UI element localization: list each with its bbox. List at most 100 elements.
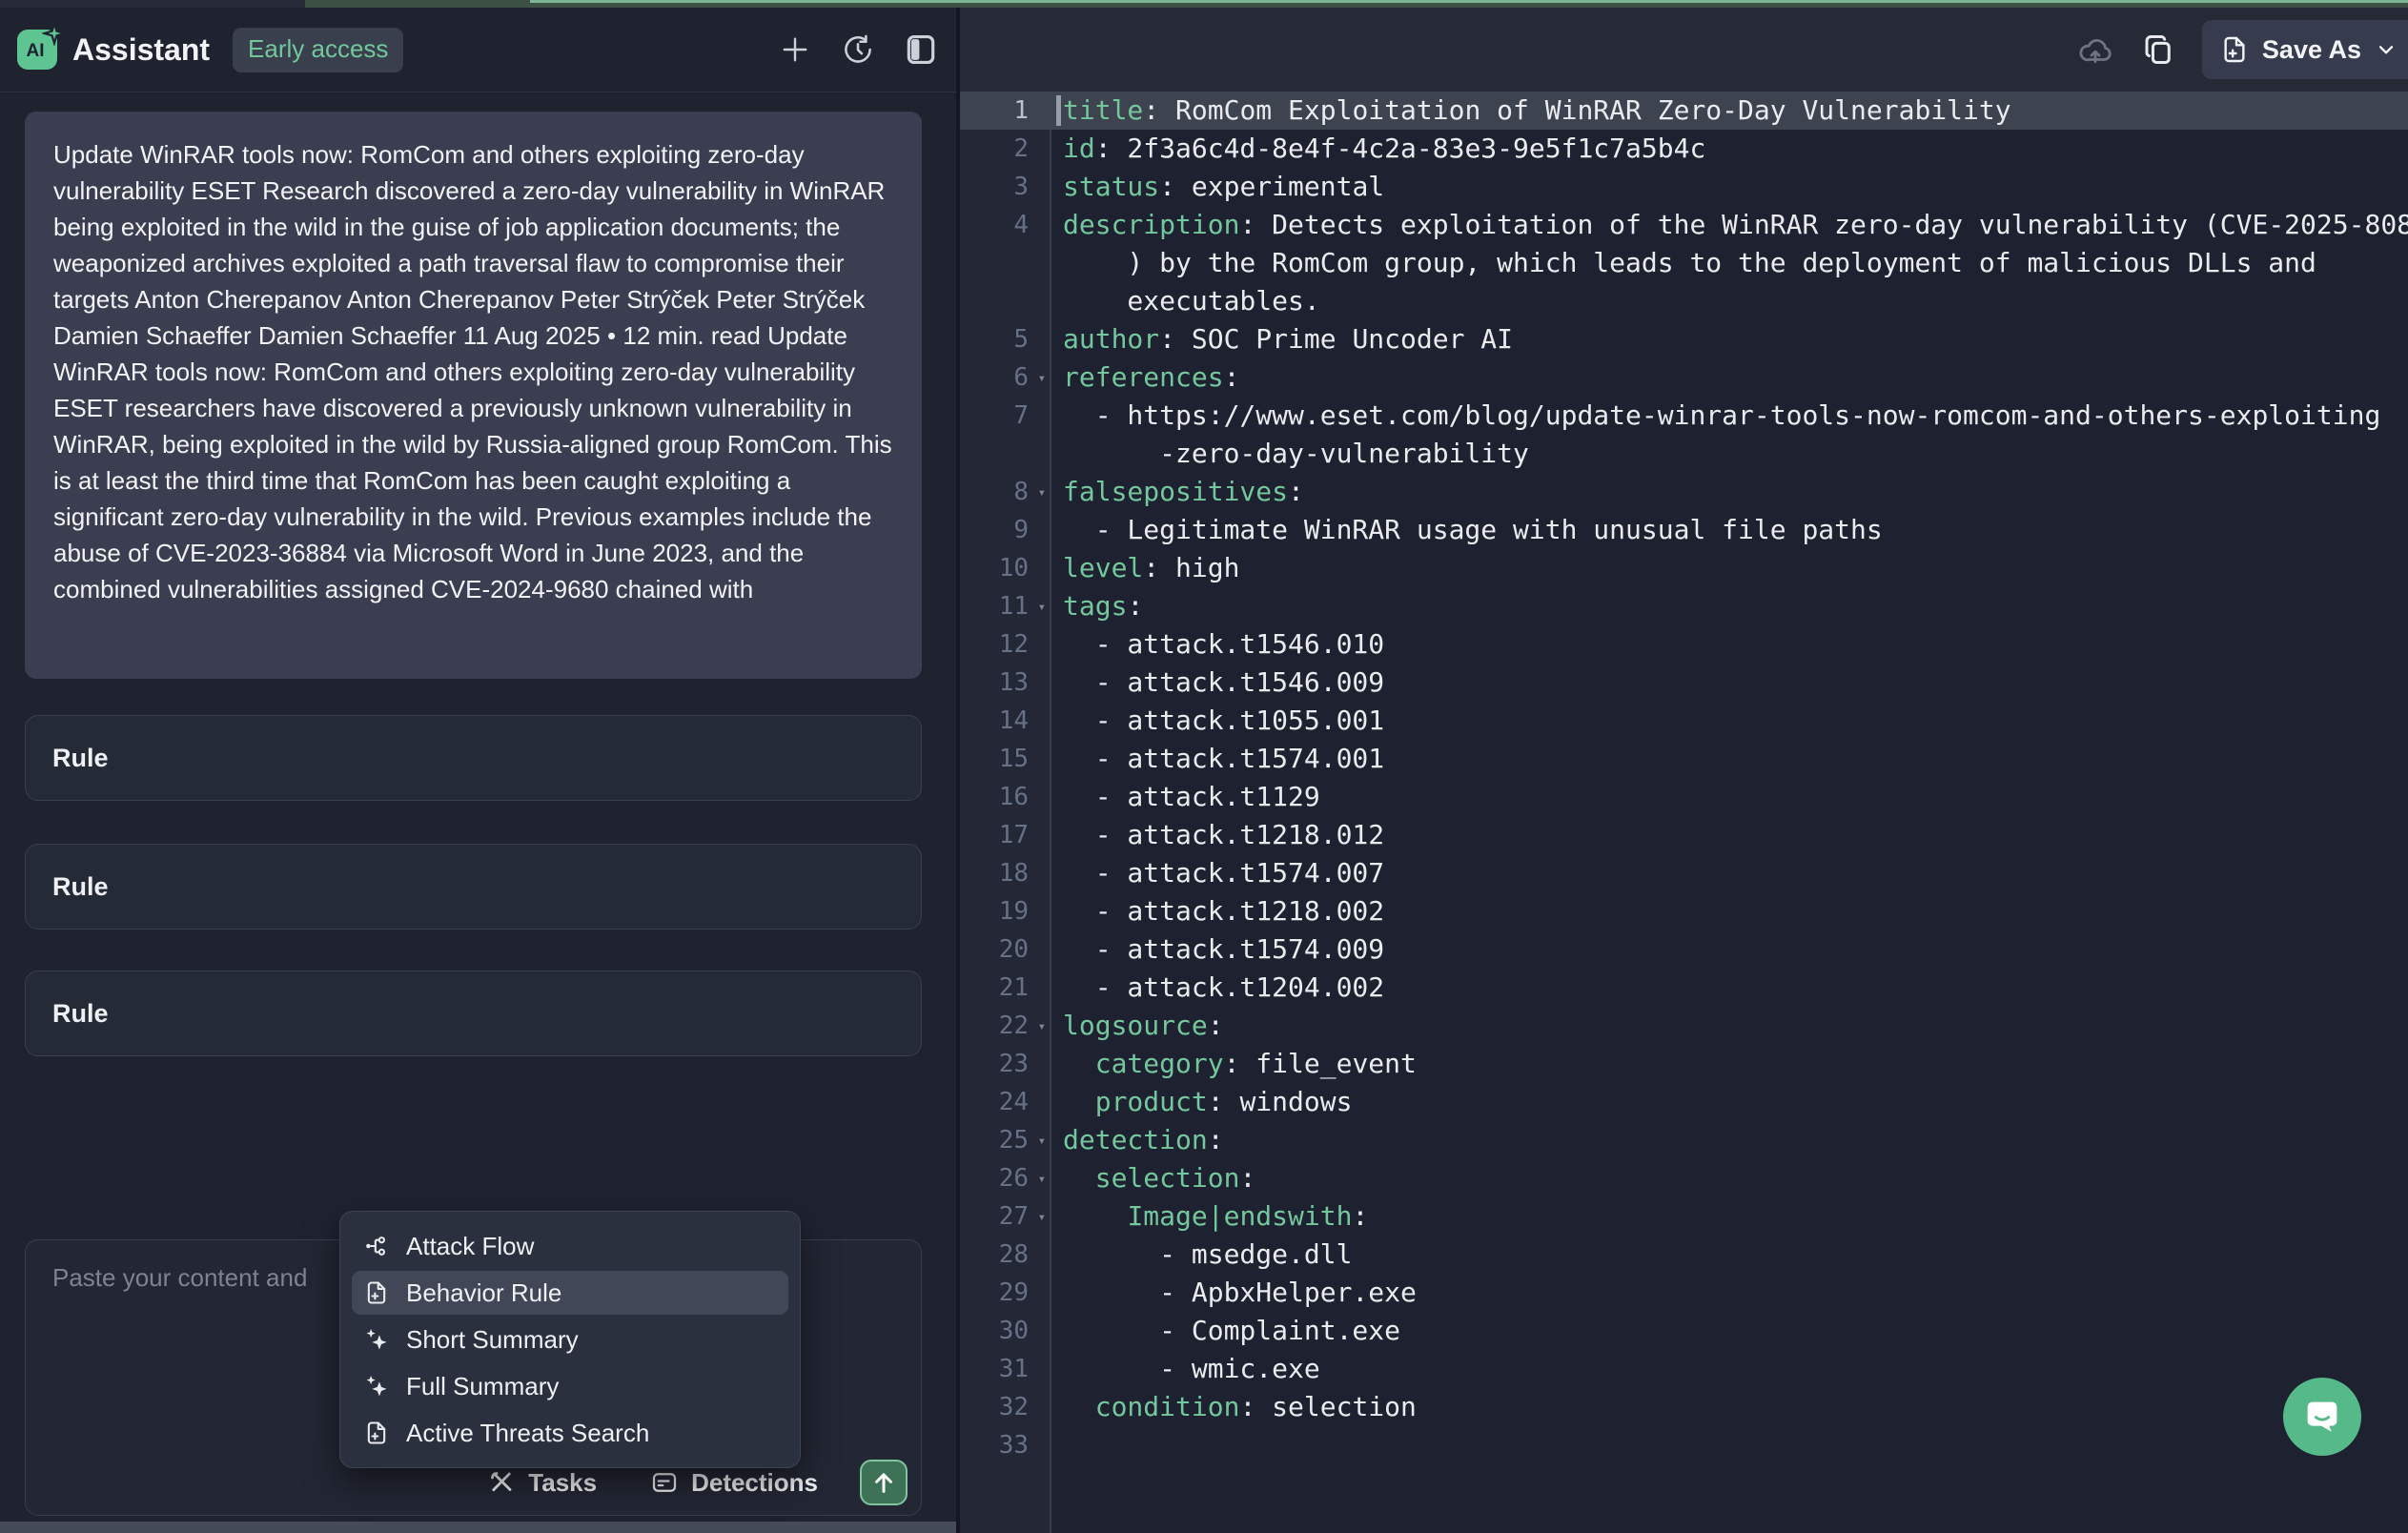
assistant-header: AI Assistant Early access — [0, 8, 956, 92]
chevron-down-icon — [2374, 37, 2398, 62]
menu-item-active-threats-search[interactable]: Active Threats Search — [352, 1411, 788, 1455]
code-line-text: selection: — [1051, 1159, 2408, 1197]
code-line[interactable]: 3status: experimental — [960, 168, 2408, 206]
save-as-label: Save As — [2262, 35, 2361, 65]
line-number: 17 — [960, 816, 1051, 854]
code-line[interactable]: 22▾logsource: — [960, 1007, 2408, 1045]
fold-toggle-icon[interactable]: ▾ — [1038, 474, 1046, 512]
code-line[interactable]: 13 - attack.t1546.009 — [960, 664, 2408, 702]
arrow-up-icon — [869, 1468, 898, 1497]
code-line[interactable]: 1title: RomCom Exploitation of WinRAR Ze… — [960, 92, 2408, 130]
code-line[interactable]: 18 - attack.t1574.007 — [960, 854, 2408, 892]
code-line[interactable]: 10level: high — [960, 549, 2408, 587]
menu-item-full-summary[interactable]: Full Summary — [352, 1364, 788, 1408]
rule-card[interactable]: Rule — [25, 715, 922, 801]
code-line[interactable]: 33 — [960, 1426, 2408, 1464]
code-line[interactable]: 14 - attack.t1055.001 — [960, 702, 2408, 740]
code-line-text: condition: selection — [1051, 1388, 2408, 1426]
code-line[interactable]: 32 condition: selection — [960, 1388, 2408, 1426]
line-number: 27▾ — [960, 1197, 1051, 1236]
code-line-text: category: file_event — [1051, 1045, 2408, 1083]
code-line[interactable]: 9 - Legitimate WinRAR usage with unusual… — [960, 511, 2408, 549]
fold-toggle-icon[interactable]: ▾ — [1038, 1122, 1046, 1160]
code-editor[interactable]: 1title: RomCom Exploitation of WinRAR Ze… — [960, 92, 2408, 1533]
fold-toggle-icon[interactable]: ▾ — [1038, 1160, 1046, 1198]
code-line[interactable]: 12 - attack.t1546.010 — [960, 625, 2408, 664]
copy-button[interactable] — [2137, 29, 2179, 71]
code-line[interactable]: 30 - Complaint.exe — [960, 1312, 2408, 1350]
code-line[interactable]: 27▾ Image|endswith: — [960, 1197, 2408, 1236]
rule-card[interactable]: Rule — [25, 844, 922, 930]
menu-item-short-summary[interactable]: Short Summary — [352, 1318, 788, 1361]
menu-item-attack-flow[interactable]: Attack Flow — [352, 1224, 788, 1268]
chat-bubble-icon — [2300, 1395, 2344, 1439]
cloud-upload-icon — [2076, 31, 2114, 69]
rule-card-label: Rule — [52, 999, 109, 1029]
panel-scrollbar[interactable] — [0, 1522, 956, 1533]
line-number: 33 — [960, 1426, 1051, 1464]
early-access-badge: Early access — [233, 28, 403, 72]
code-line[interactable]: 28 - msedge.dll — [960, 1236, 2408, 1274]
code-line-text: Image|endswith: — [1051, 1197, 2408, 1236]
code-line[interactable]: 21 - attack.t1204.002 — [960, 969, 2408, 1007]
rule-card[interactable]: Rule — [25, 971, 922, 1056]
upload-button[interactable] — [2074, 29, 2116, 71]
menu-item-label: Full Summary — [406, 1372, 559, 1401]
menu-item-label: Behavior Rule — [406, 1278, 561, 1308]
code-line-text: - attack.t1546.009 — [1051, 664, 2408, 702]
line-number: 1 — [960, 92, 1051, 130]
code-line[interactable]: 25▾detection: — [960, 1121, 2408, 1159]
code-line-text: - https://www.eset.com/blog/update-winra… — [1051, 397, 2408, 435]
code-line[interactable]: 17 - attack.t1218.012 — [960, 816, 2408, 854]
history-icon — [841, 32, 875, 67]
code-line[interactable]: 8▾falsepositives: — [960, 473, 2408, 511]
line-number: 31 — [960, 1350, 1051, 1388]
chat-launcher-button[interactable] — [2283, 1378, 2361, 1456]
code-line[interactable]: 29 - ApbxHelper.exe — [960, 1274, 2408, 1312]
fold-toggle-icon[interactable]: ▾ — [1038, 359, 1046, 398]
code-line[interactable]: 19 - attack.t1218.002 — [960, 892, 2408, 930]
close-panel-button[interactable] — [901, 30, 941, 70]
code-line[interactable]: 26▾ selection: — [960, 1159, 2408, 1197]
code-line[interactable]: 24 product: windows — [960, 1083, 2408, 1121]
history-button[interactable] — [838, 30, 878, 70]
tasks-button[interactable]: Tasks — [487, 1468, 597, 1498]
detections-button[interactable]: Detections — [650, 1468, 818, 1498]
file-plus-icon — [361, 1279, 392, 1306]
code-line-text: - attack.t1055.001 — [1051, 702, 2408, 740]
code-line-text: logsource: — [1051, 1007, 2408, 1045]
fold-toggle-icon[interactable]: ▾ — [1038, 1198, 1046, 1237]
line-number: 4 — [960, 206, 1051, 244]
code-line[interactable]: 15 - attack.t1574.001 — [960, 740, 2408, 778]
code-line[interactable]: 6▾references: — [960, 358, 2408, 397]
code-line[interactable]: 31 - wmic.exe — [960, 1350, 2408, 1388]
code-line[interactable]: 16 - attack.t1129 — [960, 778, 2408, 816]
send-button[interactable] — [860, 1460, 908, 1505]
line-number — [960, 282, 1051, 320]
line-number: 23 — [960, 1045, 1051, 1083]
save-as-button[interactable]: Save As — [2202, 20, 2408, 79]
copy-icon — [2141, 32, 2175, 67]
code-line[interactable]: 4description: Detects exploitation of th… — [960, 206, 2408, 244]
assistant-logo: AI — [17, 30, 57, 70]
pasted-article-text[interactable]: Update WinRAR tools now: RomCom and othe… — [25, 112, 922, 679]
code-line[interactable]: executables. — [960, 282, 2408, 320]
fold-toggle-icon[interactable]: ▾ — [1038, 588, 1046, 626]
sparkles-icon — [361, 1373, 392, 1400]
menu-item-behavior-rule[interactable]: Behavior Rule — [352, 1271, 788, 1315]
code-line[interactable]: 20 - attack.t1574.009 — [960, 930, 2408, 969]
code-line[interactable]: 7 - https://www.eset.com/blog/update-win… — [960, 397, 2408, 435]
panel-toggle-icon — [903, 31, 939, 68]
code-line[interactable]: -zero-day-vulnerability — [960, 435, 2408, 473]
code-line[interactable]: 5author: SOC Prime Uncoder AI — [960, 320, 2408, 358]
code-line[interactable]: 2id: 2f3a6c4d-8e4f-4c2a-83e3-9e5f1c7a5b4… — [960, 130, 2408, 168]
code-line[interactable]: 11▾tags: — [960, 587, 2408, 625]
code-line-text: references: — [1051, 358, 2408, 397]
fold-toggle-icon[interactable]: ▾ — [1038, 1008, 1046, 1046]
code-line-text: - wmic.exe — [1051, 1350, 2408, 1388]
code-line[interactable]: ) by the RomCom group, which leads to th… — [960, 244, 2408, 282]
new-chat-button[interactable] — [775, 30, 815, 70]
code-line[interactable]: 23 category: file_event — [960, 1045, 2408, 1083]
detections-label: Detections — [691, 1468, 818, 1498]
file-plus-icon — [361, 1420, 392, 1446]
